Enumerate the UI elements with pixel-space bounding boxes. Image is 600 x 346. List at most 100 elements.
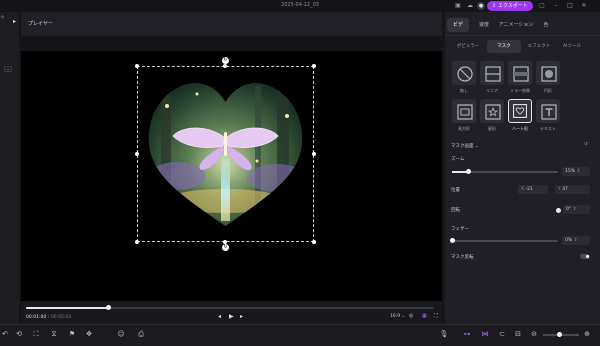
circle-icon xyxy=(541,66,557,82)
avatar[interactable]: ● xyxy=(477,2,485,10)
tab-view[interactable]: ビデ xyxy=(447,18,469,32)
resize-handle-left[interactable] xyxy=(135,152,139,156)
mask-mirror-tile[interactable] xyxy=(508,61,532,85)
resize-handle-tl[interactable] xyxy=(135,64,139,68)
rotate-label: 回転 xyxy=(451,208,460,213)
feather-value: 0% xyxy=(565,238,573,243)
fullscreen-icon[interactable]: ⛶ xyxy=(434,313,438,319)
mask-heart-tile[interactable] xyxy=(508,99,532,123)
rotate-value-field[interactable]: 0° ⇕ xyxy=(563,205,590,214)
zoom-value-field[interactable]: 15% ⇕ xyxy=(562,167,590,176)
feather-stepper-icon: ⇕ xyxy=(573,238,578,243)
mirror-icon xyxy=(513,66,529,82)
resize-handle-right[interactable] xyxy=(312,152,316,156)
subtab-popular[interactable]: ポピュラー xyxy=(451,40,485,53)
feather-slider-track[interactable] xyxy=(452,240,558,242)
tab-speed[interactable]: 速度 xyxy=(475,18,493,32)
star-icon xyxy=(485,104,501,120)
position-y-field[interactable]: Y 47 xyxy=(555,185,590,194)
window-layout-icon[interactable]: ▢ xyxy=(538,2,546,10)
zoom-in-icon[interactable]: ⊕ xyxy=(582,329,592,339)
play-icon[interactable]: ▶ xyxy=(229,313,234,320)
mask-heart-label: ハート形 xyxy=(512,126,528,131)
position-x-field[interactable]: X -21 xyxy=(518,185,548,194)
zoom-out-icon[interactable]: ⊖ xyxy=(529,329,539,339)
cloud-icon[interactable]: ☁ xyxy=(466,2,474,10)
aspect-ratio-value: 16:9 xyxy=(390,314,401,319)
mask-text-tile[interactable] xyxy=(536,99,560,123)
resize-handle-bl[interactable] xyxy=(135,240,139,244)
zoom-value: 15% xyxy=(565,169,576,174)
mask-section-title-text: マスク画面 xyxy=(451,144,474,149)
zoom-slider-knob[interactable] xyxy=(466,169,471,174)
resize-handle-tr[interactable] xyxy=(312,64,316,68)
export-frame-icon[interactable]: ⎙ xyxy=(136,329,146,339)
mask-text-label: テキスト xyxy=(540,126,556,131)
crop-icon[interactable]: ⛶ xyxy=(31,329,41,339)
linear-icon xyxy=(485,66,501,82)
mask-linear-tile[interactable] xyxy=(480,61,504,85)
feather-slider-knob[interactable] xyxy=(450,238,455,243)
export-label: エクスポート xyxy=(497,3,528,9)
zoom-label: ズーム xyxy=(451,157,465,162)
time-current: 00:01:00 xyxy=(26,315,47,320)
aspect-ratio-select[interactable]: 16:9 ⌄ xyxy=(390,314,405,319)
close-icon[interactable]: ✕ xyxy=(580,2,588,10)
left-sidebar: ✧ ⌄ xyxy=(0,12,19,324)
resize-handle-br[interactable] xyxy=(312,240,316,244)
position-x-value: -21 xyxy=(525,187,533,192)
selection-box[interactable] xyxy=(137,66,314,242)
mask-star-tile[interactable] xyxy=(480,99,504,123)
tab-animation[interactable]: アニメーション xyxy=(497,18,535,32)
chevron-down-icon[interactable]: ⌄ xyxy=(4,66,12,72)
tabs-divider xyxy=(445,35,600,36)
player-title: プレイヤー xyxy=(28,21,53,27)
undo-icon[interactable]: ↶ xyxy=(0,329,10,339)
minimize-icon[interactable]: – xyxy=(552,2,560,10)
loop-icon[interactable]: ⟲ xyxy=(14,329,24,339)
marker-icon[interactable]: ⚑ xyxy=(67,329,77,339)
rotate-dial-icon[interactable] xyxy=(556,208,561,213)
ripple-icon[interactable]: ⋈ xyxy=(480,329,490,339)
reset-icon[interactable]: ↺ xyxy=(584,142,588,147)
position-y-value: 47 xyxy=(562,187,568,192)
mask-rectangle-tile[interactable] xyxy=(452,99,476,123)
feedback-icon[interactable]: ▣ xyxy=(454,2,462,10)
snapshot-icon[interactable]: ◎ xyxy=(409,313,413,319)
grid-icon[interactable]: ▦ xyxy=(422,313,427,319)
feather-label: フェザー xyxy=(451,227,469,232)
resize-handle-top[interactable] xyxy=(223,64,227,68)
rotate-handle-top[interactable]: ↻ xyxy=(222,57,229,64)
subtab-ai-tools[interactable]: AIツール xyxy=(558,40,586,53)
maximize-icon[interactable]: □ xyxy=(566,2,574,10)
prev-frame-icon[interactable]: ◂ xyxy=(218,313,221,320)
rotate-handle-bottom[interactable]: ↻ xyxy=(222,244,229,251)
timeline-zoom-knob[interactable] xyxy=(557,332,562,337)
subtab-mask[interactable]: マスク xyxy=(487,40,521,53)
export-button[interactable]: ⇧ エクスポート xyxy=(487,1,533,11)
mask-section-title[interactable]: マスク画面 ⌄ xyxy=(451,143,479,149)
mask-circle-tile[interactable] xyxy=(536,61,560,85)
none-icon xyxy=(457,66,473,82)
mask-linear-label: リニア xyxy=(486,88,498,93)
mask-none-tile[interactable] xyxy=(452,61,476,85)
move-icon[interactable]: ✥ xyxy=(84,329,94,339)
face-icon[interactable]: ☺ xyxy=(116,329,126,339)
magnet-icon[interactable]: ⊂ xyxy=(497,329,507,339)
mask-mirror-label: ミラー効果 xyxy=(510,88,530,93)
microphone-icon[interactable]: 🎙 xyxy=(439,329,449,339)
text-icon xyxy=(541,104,557,120)
rectangle-icon xyxy=(457,104,473,120)
track-icon[interactable]: ⊟ xyxy=(513,329,523,339)
rotate-value: 0° xyxy=(566,207,572,212)
split-icon[interactable]: ⧖ xyxy=(49,329,59,339)
progress-knob[interactable] xyxy=(105,305,111,310)
next-frame-icon[interactable]: ▸ xyxy=(240,313,243,320)
position-label: 位置 xyxy=(451,188,460,193)
subtab-effect[interactable]: エフェクト xyxy=(523,40,555,53)
link-icon[interactable]: ⊶ xyxy=(462,329,472,339)
time-total: / 00:05:03 xyxy=(48,315,72,320)
progress-fill xyxy=(26,307,108,309)
tab-color[interactable]: 色 xyxy=(540,18,552,32)
feather-value-field[interactable]: 0% ⇕ xyxy=(562,236,590,245)
